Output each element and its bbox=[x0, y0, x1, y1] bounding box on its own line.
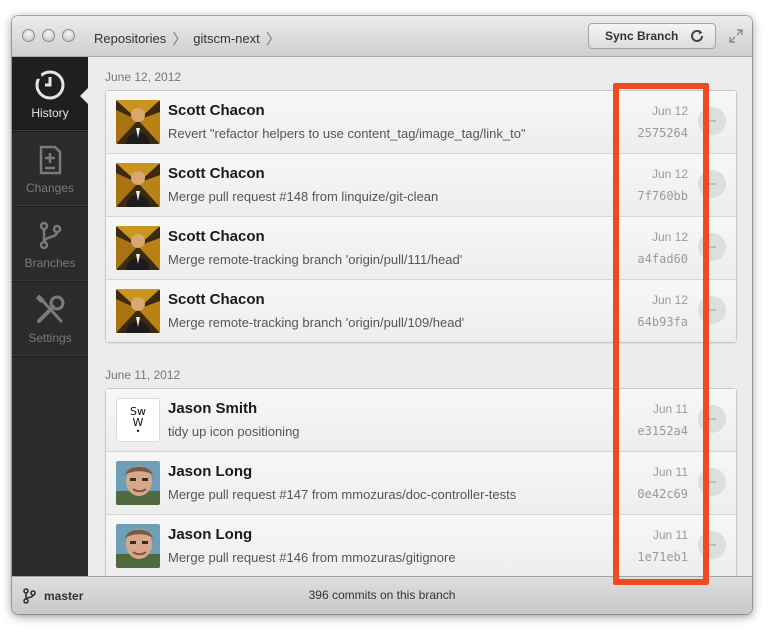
breadcrumb-separator-icon: 〉 bbox=[265, 31, 281, 48]
commit-author: Jason Smith bbox=[168, 400, 258, 417]
sidebar-item-settings[interactable]: Settings bbox=[12, 282, 88, 357]
commit-message: Merge pull request #147 from mmozuras/do… bbox=[168, 487, 517, 502]
minus-icon bbox=[708, 183, 716, 185]
sidebar-item-history[interactable]: History bbox=[12, 57, 89, 132]
commit-message: Merge pull request #146 from mmozuras/gi… bbox=[168, 550, 456, 565]
sidebar-item-changes[interactable]: Changes bbox=[12, 132, 88, 207]
commit-message: Merge remote-tracking branch 'origin/pul… bbox=[168, 252, 463, 267]
highlight-box bbox=[613, 83, 709, 585]
date-header: June 11, 2012 bbox=[105, 368, 181, 382]
commit-author: Scott Chacon bbox=[168, 291, 265, 308]
window-controls bbox=[22, 29, 75, 42]
commit-message: Merge pull request #148 from linquize/gi… bbox=[168, 189, 439, 204]
sidebar-item-branches[interactable]: Branches bbox=[12, 207, 88, 282]
breadcrumb-repository[interactable]: gitscm-next bbox=[193, 31, 259, 46]
commit-message: Merge remote-tracking branch 'origin/pul… bbox=[168, 315, 465, 330]
minus-icon bbox=[708, 309, 716, 311]
avatar bbox=[116, 100, 160, 144]
avatar-logo-dot: • bbox=[135, 427, 141, 436]
date-header: June 12, 2012 bbox=[105, 70, 182, 84]
breadcrumb-separator-icon: 〉 bbox=[172, 31, 188, 48]
sidebar-item-label: Changes bbox=[25, 181, 75, 195]
history-icon bbox=[35, 70, 65, 100]
commit-author: Jason Long bbox=[168, 463, 253, 480]
sidebar: History Changes Branches Settings bbox=[12, 57, 89, 577]
fullscreen-icon[interactable] bbox=[728, 28, 744, 44]
avatar bbox=[116, 163, 160, 207]
breadcrumb: Repositories 〉 gitscm-next 〉 bbox=[94, 28, 287, 49]
sync-icon bbox=[691, 29, 703, 42]
minimize-window-button[interactable] bbox=[42, 29, 55, 42]
zoom-window-button[interactable] bbox=[62, 29, 75, 42]
sync-branch-label: Sync Branch bbox=[605, 29, 679, 43]
sidebar-item-label: Settings bbox=[28, 331, 72, 345]
avatar: Sw W • bbox=[116, 398, 160, 442]
commit-author: Jason Long bbox=[168, 526, 253, 543]
avatar bbox=[116, 461, 160, 505]
avatar bbox=[116, 226, 160, 270]
minus-icon bbox=[708, 120, 716, 122]
commit-message: tidy up icon positioning bbox=[168, 424, 300, 439]
commit-author: Scott Chacon bbox=[168, 228, 265, 245]
close-window-button[interactable] bbox=[22, 29, 35, 42]
sidebar-item-label: History bbox=[31, 106, 69, 120]
minus-icon bbox=[708, 418, 716, 420]
commit-author: Scott Chacon bbox=[168, 102, 265, 119]
commit-count: 396 commits on this branch bbox=[308, 588, 456, 602]
branches-icon bbox=[39, 221, 62, 250]
commit-message: Revert "refactor helpers to use content_… bbox=[168, 126, 526, 141]
breadcrumb-repositories[interactable]: Repositories bbox=[94, 31, 166, 46]
settings-icon bbox=[35, 294, 65, 323]
avatar bbox=[116, 524, 160, 568]
minus-icon bbox=[708, 544, 716, 546]
minus-icon bbox=[708, 246, 716, 248]
sidebar-item-label: Branches bbox=[24, 256, 76, 270]
minus-icon bbox=[708, 481, 716, 483]
changes-icon bbox=[39, 145, 62, 175]
sync-branch-button[interactable]: Sync Branch bbox=[588, 23, 716, 49]
title-bar: Repositories 〉 gitscm-next 〉 Sync Branch bbox=[12, 16, 752, 57]
avatar bbox=[116, 289, 160, 333]
commit-author: Scott Chacon bbox=[168, 165, 265, 182]
